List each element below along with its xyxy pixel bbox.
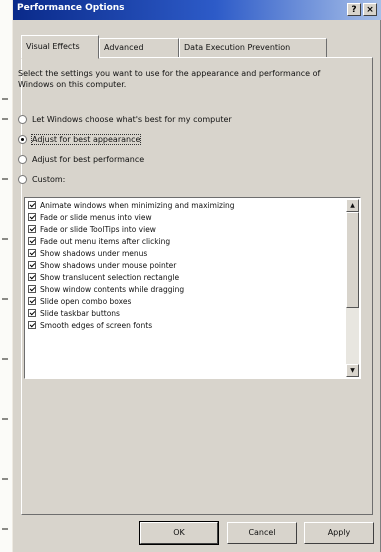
window-title: Performance Options — [17, 3, 125, 13]
checkbox[interactable] — [28, 309, 36, 317]
list-item[interactable]: Show translucent selection rectangle — [28, 272, 338, 284]
radio-button[interactable] — [18, 115, 27, 124]
tab-strip: Visual Effects Advanced Data Execution P… — [21, 35, 373, 59]
checkbox[interactable] — [28, 261, 36, 269]
list-item-label: Slide taskbar buttons — [40, 309, 120, 318]
cancel-button[interactable]: Cancel — [227, 522, 297, 544]
tab-visual-effects[interactable]: Visual Effects — [21, 35, 99, 59]
scroll-down-icon[interactable]: ▼ — [346, 364, 359, 377]
checkbox[interactable] — [28, 201, 36, 209]
list-item[interactable]: Show shadows under menus — [28, 248, 338, 260]
radio-button[interactable] — [18, 155, 27, 164]
radio-label: Adjust for best appearance — [30, 134, 142, 145]
list-item[interactable]: Fade or slide menus into view — [28, 212, 338, 224]
list-item[interactable]: Slide taskbar buttons — [28, 308, 338, 320]
radio-custom[interactable]: Custom: — [18, 174, 65, 186]
help-button[interactable]: ? — [347, 3, 361, 16]
list-item[interactable]: Animate windows when minimizing and maxi… — [28, 200, 338, 212]
list-item-label: Smooth edges of screen fonts — [40, 321, 153, 330]
apply-button[interactable]: Apply — [304, 522, 374, 544]
list-item-label: Show shadows under mouse pointer — [40, 261, 177, 270]
checkbox[interactable] — [28, 297, 36, 305]
radio-label: Let Windows choose what's best for my co… — [32, 115, 232, 124]
tab-advanced[interactable]: Advanced — [99, 38, 179, 58]
description-text: Select the settings you want to use for … — [18, 69, 321, 89]
checkbox[interactable] — [28, 249, 36, 257]
ok-button[interactable]: OK — [139, 521, 219, 545]
list-item-label: Slide open combo boxes — [40, 297, 132, 306]
list-item-label: Fade or slide ToolTips into view — [40, 225, 156, 234]
tab-data-execution-prevention[interactable]: Data Execution Prevention — [179, 38, 327, 58]
visual-effects-list[interactable]: Animate windows when minimizing and maxi… — [24, 197, 361, 379]
checkbox[interactable] — [28, 285, 36, 293]
checkbox[interactable] — [28, 237, 36, 245]
checkbox[interactable] — [28, 273, 36, 281]
scroll-up-icon[interactable]: ▲ — [346, 199, 359, 212]
list-item[interactable]: Smooth edges of screen fonts — [28, 320, 338, 332]
list-item-label: Fade out menu items after clicking — [40, 237, 171, 246]
checkbox[interactable] — [28, 225, 36, 233]
list-item-label: Show window contents while dragging — [40, 285, 185, 294]
list-item[interactable]: Fade or slide ToolTips into view — [28, 224, 338, 236]
list-item[interactable]: Slide open combo boxes — [28, 296, 338, 308]
checkbox[interactable] — [28, 213, 36, 221]
title-bar[interactable]: Performance Options ? × — [13, 0, 381, 20]
radio-label: Custom: — [32, 175, 66, 184]
radio-best-appearance[interactable]: Adjust for best appearance — [18, 134, 142, 146]
list-item[interactable]: Show window contents while dragging — [28, 284, 338, 296]
list-item[interactable]: Show shadows under mouse pointer — [28, 260, 338, 272]
scroll-thumb[interactable] — [346, 212, 359, 308]
list-item[interactable]: Fade out menu items after clicking — [28, 236, 338, 248]
radio-button-selected[interactable] — [18, 135, 27, 144]
list-item-label: Fade or slide menus into view — [40, 213, 152, 222]
radio-label: Adjust for best performance — [32, 155, 145, 164]
radio-let-windows-choose[interactable]: Let Windows choose what's best for my co… — [18, 114, 232, 126]
list-item-label: Animate windows when minimizing and maxi… — [40, 201, 235, 210]
close-button[interactable]: × — [363, 3, 377, 16]
list-item-label: Show shadows under menus — [40, 249, 148, 258]
list-item-label: Show translucent selection rectangle — [40, 273, 180, 282]
list-items: Animate windows when minimizing and maxi… — [28, 200, 338, 332]
radio-best-performance[interactable]: Adjust for best performance — [18, 154, 144, 166]
radio-button[interactable] — [18, 175, 27, 184]
checkbox[interactable] — [28, 321, 36, 329]
vertical-scrollbar[interactable]: ▲ ▼ — [346, 199, 359, 377]
background-page-strip — [0, 0, 12, 552]
